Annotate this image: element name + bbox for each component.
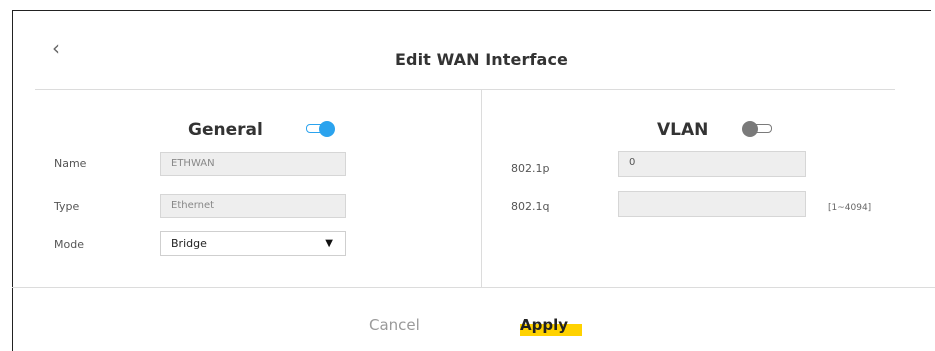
vlan-toggle[interactable] [742,121,772,137]
8021q-field[interactable] [618,191,806,217]
apply-button[interactable]: Apply [520,316,568,334]
vlan-toggle-knob [742,121,758,137]
dropdown-arrow-icon: ▼ [325,238,333,249]
name-label: Name [54,157,87,170]
divider-top [35,89,895,90]
type-field[interactable]: Ethernet [160,194,346,218]
8021p-label: 802.1p [511,162,550,175]
mode-label: Mode [54,238,84,251]
vlan-section-title: VLAN [657,120,709,140]
mode-select-value: Bridge [171,237,207,250]
8021p-field[interactable]: 0 [618,151,806,177]
general-toggle[interactable] [305,121,335,137]
dialog-title: Edit WAN Interface [395,50,568,69]
divider-vertical [481,90,482,287]
cancel-button[interactable]: Cancel [369,316,420,334]
type-label: Type [54,200,80,213]
name-field[interactable]: ETHWAN [160,152,346,176]
8021q-range-hint: [1~4094] [828,203,872,213]
general-section-title: General [188,120,263,140]
mode-select[interactable]: Bridge ▼ [160,231,346,256]
8021q-label: 802.1q [511,200,550,213]
back-chevron-icon[interactable]: ‹ [52,38,66,60]
general-toggle-knob [319,121,335,137]
divider-bottom [12,287,935,288]
